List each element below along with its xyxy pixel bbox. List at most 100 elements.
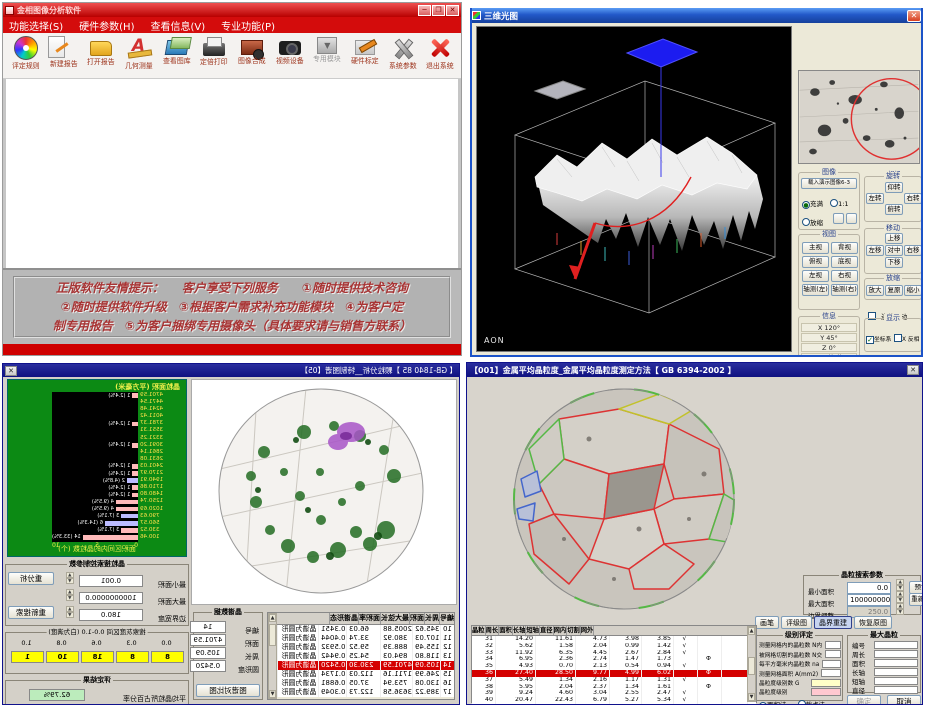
grain-micrograph[interactable] [469,379,771,615]
close-button[interactable]: ✕ [907,365,919,375]
column-header[interactable]: 长轴 [513,626,527,635]
ok-button[interactable]: 确定 [864,356,891,357]
tool-button[interactable]: 晶界重建 [814,616,852,629]
toolbar-button[interactable]: 评定规则 [7,34,45,78]
table-row[interactable]: 3311.92 6.354.45 2.672.84 √ [472,650,756,657]
table-row[interactable]: 12155.49 888.3959.52 0.5932晶谱为圆形 [268,643,454,652]
display-checkbox[interactable]: 色反相 [894,347,922,357]
image-fit-radio[interactable]: ●充满 [802,191,823,210]
view-direction-button[interactable]: 主视 [802,242,829,254]
column-header[interactable]: 周长 [486,626,500,635]
rating-value-field[interactable] [825,641,841,649]
compare-chart-button[interactable]: 图谱对比图 [196,684,260,697]
spinner-control[interactable]: ▲▼ [896,579,904,591]
table-row[interactable]: 346.95 2.362.74 1.471.73 Φ [472,656,756,663]
close-button[interactable]: ✕ [5,366,17,376]
column-header[interactable]: 周长 [424,613,439,624]
param-action-button[interactable]: 重新搜索 [8,606,54,619]
method-radio[interactable]: ●面积法 [759,692,792,705]
column-header[interactable]: 晶粒 [472,626,486,635]
gray-range-count-cell[interactable]: 8 [116,651,149,663]
column-header[interactable]: 切割 [567,626,581,635]
rotate-down-button[interactable]: 俯转 [885,204,903,215]
column-header[interactable]: 网外 [581,626,595,635]
table-scrollbar[interactable]: ▲▼ [747,626,756,702]
table-row[interactable]: 4020.47 22.436.79 5.275.34 √ [472,697,756,704]
column-header[interactable]: 面积率 [358,613,380,624]
rotate-up-button[interactable]: 仰转 [885,182,903,193]
gray-range-count-cell[interactable]: 1 [11,651,44,663]
column-header[interactable]: 面积 [499,626,513,635]
table-row[interactable]: 3114.20 11.614.73 3.983.85 √ [472,636,756,643]
column-header[interactable]: 编号 [439,613,454,624]
column-header[interactable]: 短轴 [526,626,540,635]
view-direction-button[interactable]: 背视 [831,242,858,254]
cancel-button[interactable]: 取消 [887,695,921,705]
title-bar[interactable]: 金相图像分析软件 ─ ❐ ✕ [3,3,461,17]
load-demo-image-button[interactable]: 载入演示图像6-3 [801,178,857,189]
rating-value-field[interactable] [822,660,841,668]
gray-range-count-cell[interactable]: 10 [46,651,79,663]
table-row[interactable]: 10345.62 2005.8866.03 0.3451晶谱为圆形 [268,625,454,634]
spinner-control[interactable]: ▲▼ [896,603,904,615]
display-checkbox[interactable]: ✓坐标系 [866,326,894,345]
rotate-right-button[interactable]: 右转 [904,193,922,204]
table-row[interactable]: 15246.99 1711.16112.03 0.1734晶谱为圆形 [268,670,454,679]
move-center-button[interactable]: 对中 [885,245,903,256]
title-bar[interactable]: 【 GB-1840 85 】颗粒分析__特制图谱【05】 ✕ [3,364,459,377]
table-row[interactable]: 14105.09 4701.59230.30 0.5420晶谱为圆形 [268,661,454,670]
toolbar-button[interactable]: 视频设备 [271,34,309,78]
gray-range-count-cell[interactable]: 8 [151,651,184,663]
toolbar-button[interactable]: 退出系统 [421,34,459,78]
specimen-image-panel[interactable] [191,379,457,605]
source-image-thumbnail[interactable] [798,70,920,164]
column-header[interactable]: 面积 [409,613,424,624]
table-row[interactable]: 17389.22 3636.58122.73 0.3049晶谱为圆形 [268,688,454,697]
view-direction-button[interactable]: 轴测(左) [802,284,829,296]
table-row[interactable]: 375.49 1.342.16 1.171.31 √ [472,677,756,684]
toolbar-button[interactable]: 专用模块 [308,34,346,78]
tool-button[interactable]: 画笔 [755,616,779,629]
scale-button[interactable]: 复原 [885,285,903,296]
view-direction-button[interactable]: 左视 [802,270,829,282]
toolbar-button[interactable]: 打开报告 [82,34,120,78]
zoom-plus-button[interactable] [846,213,857,224]
rating-value-field[interactable] [825,650,841,658]
table-row[interactable]: 3627.40 28.509.77 4.996.02 Φ [472,670,756,677]
rotate-left-button[interactable]: 左转 [866,193,884,204]
close-button[interactable]: ✕ [446,5,459,16]
method-radio[interactable]: 截点法 [798,692,826,705]
move-right-button[interactable]: 右移 [904,245,922,256]
image-fit-radio[interactable]: 1:1 [830,191,848,210]
table-row[interactable]: 13118.80 894.0354.25 0.9442晶谱为圆形 [268,652,454,661]
tool-button[interactable]: 恢复原图 [854,616,892,629]
title-bar[interactable]: 三维光图 ✕ [470,8,923,23]
menu-item[interactable]: 专业功能(P) [221,18,275,33]
title-bar[interactable]: 【001】金属平均晶粒度_金属平均晶粒度测定方法【 GB 6394-2002 】… [467,363,922,377]
ok-button[interactable]: 确定 [847,695,881,705]
column-header[interactable]: 最大弦长 [380,613,409,624]
column-header[interactable]: 晶谱形态 [329,613,358,624]
table-row[interactable]: 11107.03 380.9233.74 0.4044晶谱为圆形 [268,634,454,643]
menu-item[interactable]: 功能选择(S) [9,18,63,33]
scale-button[interactable]: 放大 [866,285,884,296]
scale-button[interactable]: 缩小 [904,285,922,296]
viewport-3d[interactable]: AON [476,26,792,352]
move-left-button[interactable]: 左移 [866,245,884,256]
table-scrollbar[interactable]: ▲▼ [268,613,277,699]
spinner-control[interactable]: ▲▼ [66,589,74,601]
gray-range-count-cell[interactable]: 18 [81,651,114,663]
menu-item[interactable]: 查看信息(V) [150,18,205,33]
column-header[interactable]: 网内 [554,626,568,635]
param-value-field[interactable]: 180.0 [79,609,143,621]
tool-button[interactable]: 评级图 [781,616,812,629]
move-down-button[interactable]: 下移 [885,257,903,268]
spinner-control[interactable]: ▲▼ [896,591,904,603]
toolbar-button[interactable]: 硬件标定 [346,34,384,78]
rating-value-field[interactable] [821,669,841,677]
param-action-button[interactable]: 重分析 [8,572,54,585]
toolbar-button[interactable]: 图像合成 [233,34,271,78]
minimize-button[interactable]: ─ [418,5,431,16]
toolbar-button[interactable]: 定倍打印 [195,34,233,78]
move-up-button[interactable]: 上移 [885,233,903,244]
